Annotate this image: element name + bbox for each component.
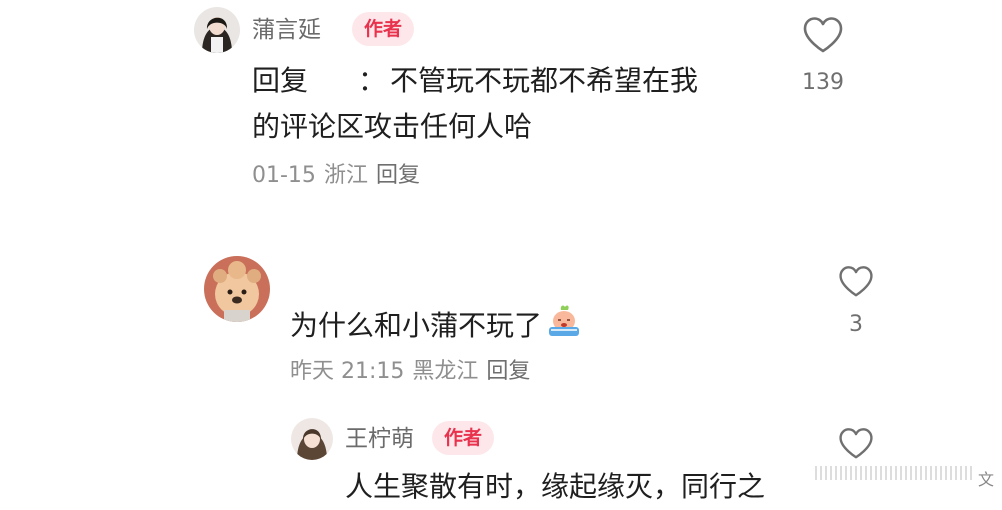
like-heart-icon[interactable] bbox=[838, 265, 874, 302]
comment-date: 01-15 bbox=[252, 163, 316, 188]
comment-text-partial: 人生聚散有时，缘起缘灭，同行之 bbox=[345, 470, 766, 503]
comment-location: 黑龙江 bbox=[412, 359, 479, 384]
avatar-wangningmeng[interactable] bbox=[291, 418, 333, 460]
reply-prefix: 回复 bbox=[252, 64, 309, 97]
like-heart-icon[interactable] bbox=[838, 427, 874, 464]
avatar-bear[interactable] bbox=[204, 256, 270, 322]
like-count: 3 bbox=[849, 312, 863, 337]
comment-text: 回复 ：不管玩不玩都不希望在我 的评论区攻击任何人哈 bbox=[252, 58, 772, 150]
author-badge: 作者 bbox=[352, 12, 415, 46]
comment-text-line1: 回复 ：不管玩不玩都不希望在我 bbox=[252, 58, 772, 104]
username-puyanyan[interactable]: 蒲言延 bbox=[252, 16, 321, 44]
like-heart-icon[interactable] bbox=[802, 16, 844, 58]
crying-emoji-icon bbox=[546, 303, 582, 351]
comment-location: 浙江 bbox=[323, 163, 368, 188]
author-badge: 作者 bbox=[432, 421, 495, 455]
like-count: 139 bbox=[802, 70, 844, 95]
comment-meta: 昨天 21:15 黑龙江 回复 bbox=[290, 358, 538, 386]
edge-text: 文 bbox=[978, 470, 995, 489]
avatar-puyanyan[interactable] bbox=[194, 7, 240, 53]
reply-button[interactable]: 回复 bbox=[486, 359, 530, 384]
comment-meta: 01-15 浙江 回复 bbox=[252, 162, 428, 190]
comment-date: 昨天 21:15 bbox=[290, 359, 405, 384]
comment-text-line2: 的评论区攻击任何人哈 bbox=[252, 110, 533, 143]
username-wangningmeng[interactable]: 王柠萌 bbox=[345, 425, 414, 453]
reply-button[interactable]: 回复 bbox=[376, 163, 420, 188]
comment-text: 为什么和小蒲不玩了 bbox=[290, 303, 582, 351]
reply-separator: ： bbox=[358, 64, 387, 97]
comment-text-body: 为什么和小蒲不玩了 bbox=[290, 309, 543, 342]
overlay-strip bbox=[815, 466, 975, 480]
comment-text-part1: 不管玩不玩都不希望在我 bbox=[390, 64, 699, 97]
